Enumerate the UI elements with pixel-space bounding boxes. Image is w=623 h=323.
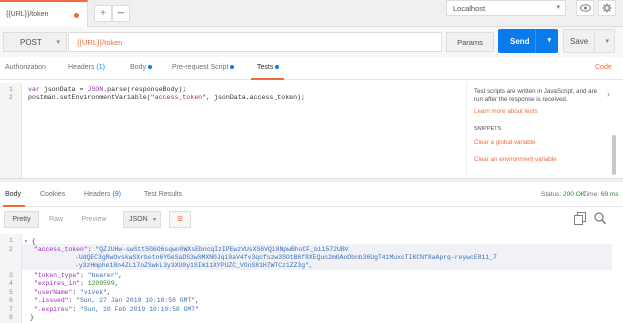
search-icon <box>594 212 607 225</box>
json-line: "expires_in": 1209599, <box>34 280 119 287</box>
chevron-down-icon[interactable]: ▾ <box>547 36 551 44</box>
send-button[interactable]: Send ▾ <box>498 29 558 53</box>
environment-quick-look-button[interactable] <box>576 0 594 16</box>
wrap-icon: ≡ <box>177 214 183 225</box>
params-button[interactable]: Params <box>446 32 494 52</box>
gear-icon <box>602 3 612 13</box>
chevron-down-icon: ▾ <box>556 4 560 11</box>
tests-editor[interactable]: 1 2 var jsonData = JSON.parse(responseBo… <box>0 83 466 178</box>
copy-button[interactable] <box>574 212 586 227</box>
preview-button[interactable]: Preview <box>73 211 115 228</box>
request-tab[interactable]: {{URL}}/token <box>0 0 88 27</box>
tab-cookies[interactable]: Cookies <box>40 191 65 198</box>
status-value: 200 OK <box>563 191 586 198</box>
search-button[interactable] <box>594 212 607 227</box>
json-line: "access_token": "QZJUHw-swStt5G6O6sqwn0W… <box>34 246 349 253</box>
line-number: 4 <box>9 280 13 287</box>
tests-description: Test scripts are written in JavaScript, … <box>474 88 598 103</box>
environment-selector[interactable]: Localhost ▾ <box>446 0 566 16</box>
body-indicator-icon <box>147 65 152 70</box>
fold-arrow-icon[interactable]: ▾ <box>24 238 28 245</box>
tab-response-headers[interactable]: Headers (9) <box>84 191 121 198</box>
eye-icon <box>579 4 591 12</box>
response-headers-count: (9) <box>112 191 121 198</box>
editor-gutter: 1 2 <box>0 83 22 178</box>
response-gutter: 1 2 3 4 5 6 7 8 <box>0 234 22 323</box>
tab-headers[interactable]: Headers (1) <box>68 64 105 71</box>
json-line: ▾ { <box>24 238 36 245</box>
send-label: Send <box>510 36 530 46</box>
response-tabs: Body Cookies Headers (9) Test Results St… <box>0 183 623 207</box>
chevron-down-icon: ▾ <box>56 39 60 46</box>
line-number: 1 <box>9 86 13 93</box>
snippets-panel: Test scripts are written in JavaScript, … <box>466 83 623 178</box>
json-line: ".expires": "Sun, 10 Feb 2019 10:10:58 G… <box>34 306 199 313</box>
active-tab-underline <box>251 78 284 80</box>
learn-more-link[interactable]: Learn more about tests <box>474 108 538 115</box>
tab-response-body[interactable]: Body <box>5 191 21 198</box>
request-tab-label: {{URL}}/token <box>6 11 49 18</box>
tab-bar: {{URL}}/token + ••• Localhost ▾ <box>0 0 623 27</box>
pane-divider[interactable] <box>0 178 623 182</box>
save-label: Save <box>570 36 589 46</box>
response-status: Status: 200 OK <box>541 191 586 198</box>
code-line: postman.setEnvironmentVariable("access_t… <box>28 94 306 101</box>
chevron-right-icon[interactable]: › <box>607 89 610 99</box>
json-line: "userName": "vivek", <box>34 289 111 296</box>
tab-pre-request-script[interactable]: Pre-request Script <box>172 64 235 71</box>
line-number: 6 <box>9 297 13 304</box>
manage-environments-button[interactable] <box>598 0 616 16</box>
code-line: var jsonData = JSON.parse(responseBody); <box>28 86 187 93</box>
response-body[interactable]: 1 2 3 4 5 6 7 8 ▾ { "access_token": "QZJ… <box>0 234 623 323</box>
chevron-down-icon[interactable]: ▾ <box>605 37 609 45</box>
method-select[interactable]: POST ▾ <box>3 32 67 52</box>
line-number: 8 <box>9 314 13 321</box>
url-value: {{URL}}/token <box>77 37 123 47</box>
json-line-continued: -UdQEC3gRwOvskwSXrbetn6YGeSaDS3wSMXN0Jqi… <box>75 254 497 261</box>
tab-tests[interactable]: Tests <box>257 64 280 71</box>
raw-button[interactable]: Raw <box>41 211 71 228</box>
line-number: 5 <box>9 289 13 296</box>
url-input[interactable]: {{URL}}/token <box>68 32 442 52</box>
save-button[interactable]: Save ▾ <box>563 29 615 53</box>
format-value: JSON <box>129 216 148 223</box>
wrap-lines-button[interactable]: ≡ <box>169 211 191 228</box>
json-line: ".issued": "Sun, 27 Jan 2019 10:10:58 GM… <box>34 297 199 304</box>
snippet-clear-environment[interactable]: Clear an environment variable <box>474 156 557 163</box>
json-line: } <box>30 314 34 321</box>
request-url-row: POST ▾ {{URL}}/token Params Send ▾ Save … <box>0 27 623 57</box>
code-link[interactable]: Code <box>595 64 612 71</box>
tab-test-results[interactable]: Test Results <box>144 191 182 198</box>
copy-icon <box>574 212 586 225</box>
line-number: 2 <box>9 246 13 253</box>
pretty-button[interactable]: Pretty <box>4 211 39 228</box>
new-tab-button[interactable]: + <box>94 5 112 22</box>
snippet-clear-global[interactable]: Clear a global variable <box>474 139 536 146</box>
snippets-scrollbar[interactable] <box>612 135 616 175</box>
line-number: 3 <box>9 272 13 279</box>
response-toolbar: Pretty Raw Preview JSON ▾ ≡ <box>0 207 623 233</box>
tab-authorization[interactable]: Authorization <box>5 64 46 71</box>
json-line-continued: -y3zHmphe18n4ZL17oZSwkL3y3XU0y1SIm11XYPU… <box>75 262 313 269</box>
response-time: Time: 69 ms <box>583 191 619 198</box>
time-value: 69 ms <box>600 191 619 198</box>
snippets-heading: SNIPPETS <box>474 126 502 132</box>
method-value: POST <box>20 37 42 47</box>
environment-selected: Localhost <box>453 3 486 13</box>
json-line: "token_type": "bearer", <box>34 272 123 279</box>
chevron-down-icon: ▾ <box>152 217 156 223</box>
line-number: 1 <box>9 237 13 244</box>
line-number: 7 <box>9 306 13 313</box>
tests-indicator-icon <box>275 65 280 70</box>
line-number: 2 <box>9 94 13 101</box>
tab-body[interactable]: Body <box>130 64 152 71</box>
request-tabs: Authorization Headers (1) Body Pre-reque… <box>0 57 623 80</box>
script-indicator-icon <box>230 65 235 70</box>
format-select[interactable]: JSON ▾ <box>123 211 161 228</box>
headers-count: (1) <box>96 64 105 71</box>
unsaved-dot-icon <box>74 13 79 18</box>
tab-options-button[interactable]: ••• <box>112 5 130 22</box>
